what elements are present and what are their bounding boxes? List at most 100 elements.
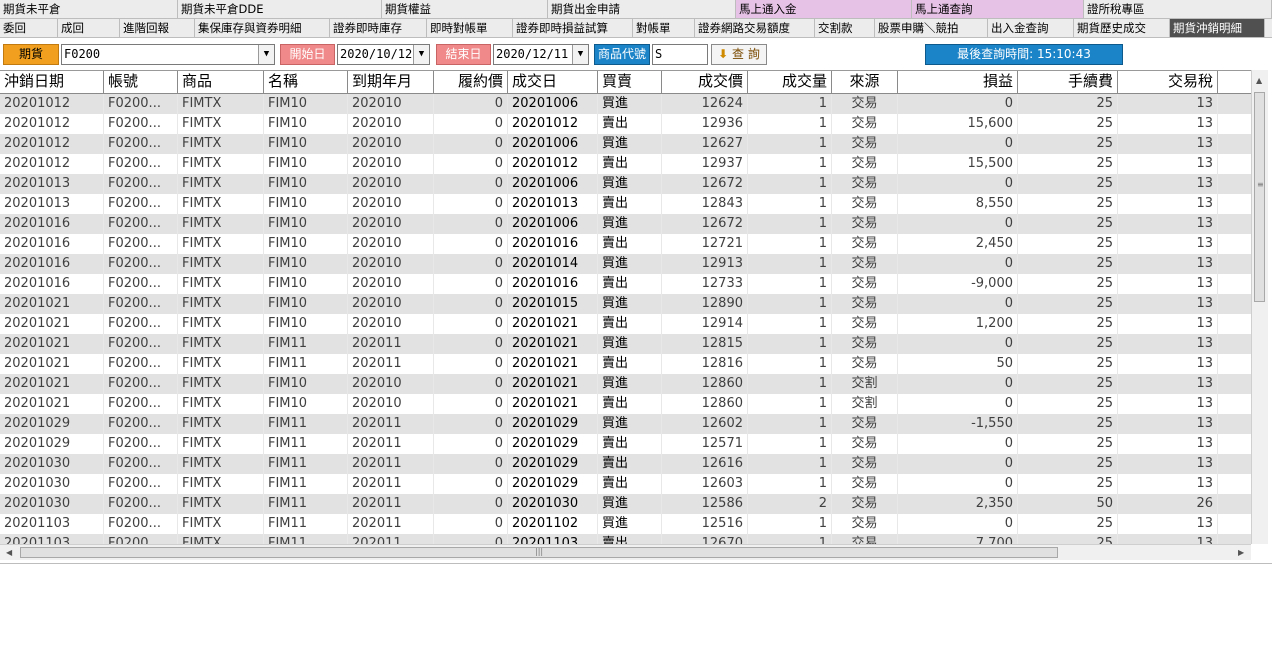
tab[interactable]: 證券網路交易額度 [695,19,815,37]
market-label[interactable]: 期貨 [3,44,59,65]
table-cell: 20201029 [508,414,598,434]
tab[interactable]: 期貨未平倉 [0,0,178,18]
table-row[interactable]: 20201103 F0200... FIMTX FIM11 202011 0 2020110… [0,514,1251,534]
tab[interactable]: 證所稅專區 [1084,0,1272,18]
tab[interactable]: 進階回報 [120,19,195,37]
table-row[interactable]: 20201021 F0200... FIMTX FIM10 202010 0 2020102… [0,394,1251,414]
table-cell: FIM10 [264,274,348,294]
table-row[interactable]: 20201016 F0200... FIMTX FIM10 202010 0 2020101… [0,234,1251,254]
table-cell: 202011 [348,514,434,534]
table-row[interactable]: 20201029 F0200... FIMTX FIM11 202011 0 2020102… [0,414,1251,434]
table-cell: F0200... [104,294,178,314]
tab[interactable]: 期貨未平倉DDE [178,0,382,18]
table-row[interactable]: 20201016 F0200... FIMTX FIM10 202010 0 2020101… [0,254,1251,274]
tab[interactable]: 期貨沖銷明細 [1170,19,1265,37]
table-row[interactable]: 20201012 F0200... FIMTX FIM10 202010 0 2020100… [0,134,1251,154]
table-cell: FIM11 [264,474,348,494]
table-row[interactable]: 20201012 F0200... FIMTX FIM10 202010 0 2020100… [0,94,1251,114]
table-cell: 買進 [598,334,662,354]
table-cell: FIMTX [178,174,264,194]
scroll-left-icon[interactable]: ◀ [6,548,12,557]
table-cell: 交易 [832,94,898,114]
query-button[interactable]: ⬇ 查 詢 [711,44,767,65]
tab[interactable]: 期貨出金申請 [548,0,736,18]
table-row[interactable]: 20201021 F0200... FIMTX FIM11 202011 0 2020102… [0,334,1251,354]
table-row[interactable]: 20201021 F0200... FIMTX FIM10 202010 0 2020102… [0,374,1251,394]
column-header[interactable]: 損益 [898,71,1018,93]
tab[interactable]: 成回 [58,19,120,37]
table-row[interactable]: 20201016 F0200... FIMTX FIM10 202010 0 2020100… [0,214,1251,234]
column-header[interactable]: 沖銷日期 [0,71,104,93]
table-cell: 1 [748,254,832,274]
column-header[interactable]: 帳號 [104,71,178,93]
start-date-picker[interactable]: 2020/10/12 ▼ [337,44,430,65]
table-cell: 0 [898,474,1018,494]
chevron-down-icon[interactable]: ▼ [572,45,588,64]
tab[interactable]: 對帳單 [633,19,695,37]
scroll-right-icon[interactable]: ▶ [1238,548,1244,557]
horizontal-scrollbar[interactable]: ◀ ||| ▶ [0,544,1251,560]
table-row[interactable]: 20201016 F0200... FIMTX FIM10 202010 0 2020101… [0,274,1251,294]
chevron-down-icon[interactable]: ▼ [413,45,429,64]
column-header[interactable]: 成交日 [508,71,598,93]
table-cell: 1 [748,134,832,154]
scroll-up-icon[interactable]: ▲ [1256,76,1262,85]
table-cell: F0200... [104,114,178,134]
tab[interactable]: 期貨歷史成交 [1074,19,1170,37]
table-cell: 25 [1018,334,1118,354]
column-header[interactable]: 履約價 [434,71,508,93]
table-row[interactable]: 20201030 F0200... FIMTX FIM11 202011 0 2020103… [0,494,1251,514]
column-header[interactable]: 商品 [178,71,264,93]
tab[interactable]: 期貨權益 [382,0,548,18]
table-row[interactable]: 20201012 F0200... FIMTX FIM10 202010 0 2020101… [0,114,1251,134]
table-cell: FIMTX [178,454,264,474]
table-row[interactable]: 20201021 F0200... FIMTX FIM10 202010 0 2020101… [0,294,1251,314]
vertical-scroll-thumb[interactable] [1254,92,1265,302]
end-date-picker[interactable]: 2020/12/11 ▼ [493,44,589,65]
table-row[interactable]: 20201030 F0200... FIMTX FIM11 202011 0 2020102… [0,474,1251,494]
column-header[interactable]: 買賣 [598,71,662,93]
tab[interactable]: 馬上通入金 [736,0,912,18]
table-cell: FIM11 [264,414,348,434]
table-cell: 25 [1018,314,1118,334]
tab[interactable]: 馬上通查詢 [912,0,1084,18]
table-cell: 0 [434,254,508,274]
column-header[interactable]: 到期年月 [348,71,434,93]
table-cell: 1,200 [898,314,1018,334]
table-row[interactable]: 20201030 F0200... FIMTX FIM11 202011 0 2020102… [0,454,1251,474]
table-row[interactable]: 20201021 F0200... FIMTX FIM11 202011 0 2020102… [0,354,1251,374]
table-row[interactable]: 20201012 F0200... FIMTX FIM10 202010 0 2020101… [0,154,1251,174]
table-cell: 賣出 [598,314,662,334]
table-cell: 202010 [348,314,434,334]
tab[interactable]: 交割款 [815,19,875,37]
table-cell: 賣出 [598,194,662,214]
tab[interactable]: 證券即時庫存 [330,19,427,37]
tab[interactable]: 集保庫存與資券明細 [195,19,330,37]
column-header[interactable]: 手續費 [1018,71,1118,93]
table-row[interactable]: 20201103 F0200... FIMTX FIM11 202011 0 2020110… [0,534,1251,544]
vertical-scrollbar[interactable]: ▲ ≡ [1251,70,1268,544]
column-header[interactable]: 交易稅 [1118,71,1218,93]
table-cell: 交割 [832,374,898,394]
product-code-input[interactable]: S [652,44,708,65]
table-cell: 202010 [348,174,434,194]
chevron-down-icon[interactable]: ▼ [258,45,274,64]
table-cell: 12571 [662,434,748,454]
table-row[interactable]: 20201013 F0200... FIMTX FIM10 202010 0 2020100… [0,174,1251,194]
table-cell: FIMTX [178,414,264,434]
column-header[interactable]: 來源 [832,71,898,93]
tab[interactable]: 股票申購＼競拍 [875,19,988,37]
tab[interactable]: 即時對帳單 [427,19,513,37]
column-header[interactable]: 成交價 [662,71,748,93]
account-combo[interactable]: F0200 ▼ [61,44,275,65]
tab[interactable]: 出入金查詢 [988,19,1074,37]
table-row[interactable]: 20201029 F0200... FIMTX FIM11 202011 0 2020102… [0,434,1251,454]
column-header[interactable]: 名稱 [264,71,348,93]
column-header[interactable]: 成交量 [748,71,832,93]
tab[interactable]: 委回 [0,19,58,37]
table-cell: 2,450 [898,234,1018,254]
table-cell: 12672 [662,214,748,234]
table-row[interactable]: 20201013 F0200... FIMTX FIM10 202010 0 2020101… [0,194,1251,214]
tab[interactable]: 證券即時損益試算 [513,19,633,37]
table-row[interactable]: 20201021 F0200... FIMTX FIM10 202010 0 2020102… [0,314,1251,334]
